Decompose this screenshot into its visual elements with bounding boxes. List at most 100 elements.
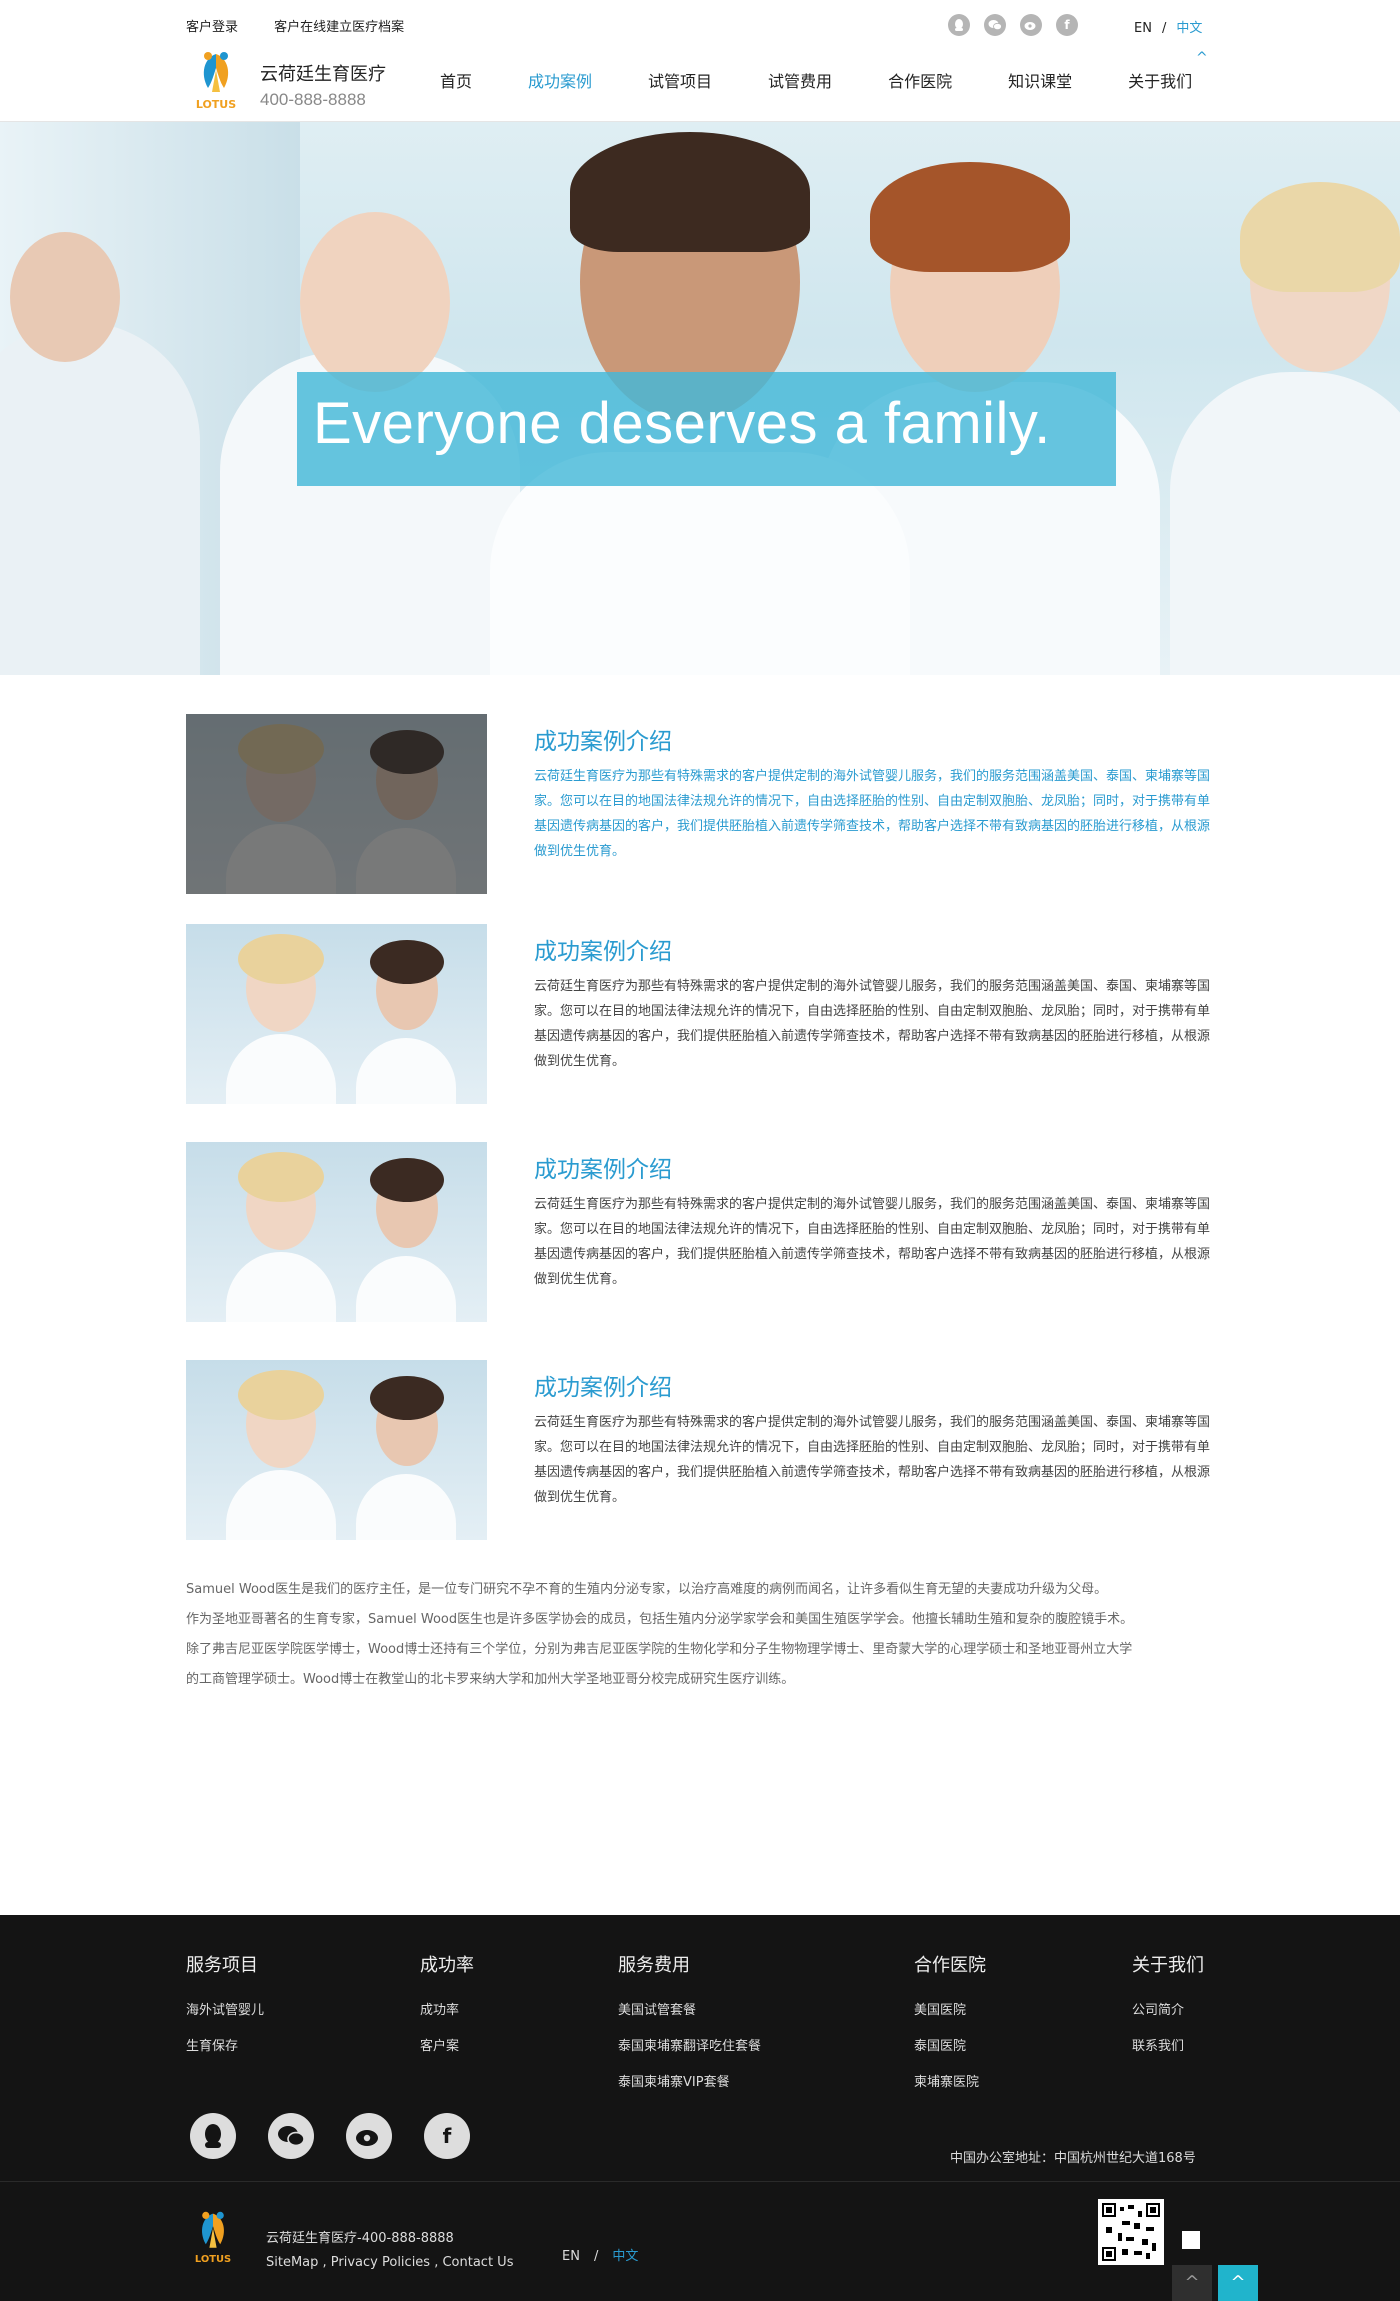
footer-col-hospitals: 合作医院 美国医院 泰国医院 柬埔寨医院 bbox=[914, 1951, 986, 2101]
lang-separator: / bbox=[1161, 21, 1167, 36]
footer-link[interactable]: 柬埔寨医院 bbox=[914, 2065, 986, 2101]
footer-col-about: 关于我们 公司简介 联系我们 bbox=[1132, 1951, 1204, 2065]
footer-brand-line: 云荷廷生育医疗-400-888-8888 bbox=[266, 2231, 454, 2246]
case-description: 云荷廷生育医疗为那些有特殊需求的客户提供定制的海外试管婴儿服务，我们的服务范围涵… bbox=[534, 1415, 1211, 1505]
thumb-doctor-hair bbox=[238, 1370, 324, 1420]
wechat-icon[interactable] bbox=[984, 14, 1006, 36]
login-link[interactable]: 客户登录 bbox=[186, 20, 238, 35]
hero-caption-text: Everyone deserves a family. bbox=[313, 391, 1051, 456]
chevron-up-icon[interactable]: ^ bbox=[1196, 50, 1208, 66]
nav-item-success-cases[interactable]: 成功案例 bbox=[528, 68, 592, 92]
hero-doctor-face bbox=[10, 232, 120, 362]
case-thumbnail[interactable] bbox=[186, 924, 487, 1104]
qr-code bbox=[1098, 2199, 1164, 2265]
case-item[interactable]: 成功案例介绍 云荷廷生育医疗为那些有特殊需求的客户提供定制的海外试管婴儿服务，我… bbox=[186, 714, 1214, 894]
case-description: 云荷廷生育医疗为那些有特殊需求的客户提供定制的海外试管婴儿服务，我们的服务范围涵… bbox=[534, 979, 1211, 1069]
thumb-doctor-coat bbox=[356, 1256, 456, 1322]
top-language-switch: EN / 中文 bbox=[1134, 17, 1202, 36]
case-thumbnail[interactable] bbox=[186, 1360, 487, 1540]
brand-name: 云荷廷生育医疗 bbox=[260, 64, 386, 85]
bio-line: Samuel Wood医生是我们的医疗主任，是一位专门研究不孕不育的生殖内分泌专… bbox=[186, 1582, 1108, 1597]
case-thumbnail[interactable] bbox=[186, 1142, 487, 1322]
footer-lang-en[interactable]: EN bbox=[562, 2249, 580, 2264]
footer-lang-cn[interactable]: 中文 bbox=[612, 2249, 638, 2264]
footer-logo-text: LOTUS bbox=[195, 2254, 231, 2265]
footer-col-fees: 服务费用 美国试管套餐 泰国柬埔寨翻译吃住套餐 泰国柬埔寨VIP套餐 bbox=[618, 1951, 761, 2101]
facebook-icon[interactable]: f bbox=[1056, 14, 1078, 36]
top-bar: 客户登录 客户在线建立医疗档案 f EN / 中文 bbox=[0, 0, 1400, 44]
nav-item-partner-hospitals[interactable]: 合作医院 bbox=[888, 68, 952, 92]
footer-link[interactable]: 泰国柬埔寨VIP套餐 bbox=[618, 2065, 761, 2101]
footer-link[interactable]: 客户案 bbox=[420, 2029, 474, 2065]
facebook-icon[interactable]: f bbox=[424, 2113, 470, 2159]
thumb-doctor-hair bbox=[238, 934, 324, 984]
footer-lang-separator: / bbox=[593, 2249, 599, 2264]
thumb-doctor-coat bbox=[356, 1474, 456, 1540]
qr-toggle-icon[interactable] bbox=[1182, 2231, 1200, 2249]
brand-block: 云荷廷生育医疗 400-888-8888 bbox=[260, 60, 386, 110]
nav-item-about[interactable]: 关于我们 bbox=[1128, 68, 1192, 92]
top-links: 客户登录 客户在线建立医疗档案 bbox=[186, 16, 436, 35]
nav-item-knowledge[interactable]: 知识课堂 bbox=[1008, 68, 1072, 92]
footer-link[interactable]: 美国医院 bbox=[914, 1993, 986, 2029]
hero-banner: Everyone deserves a family. bbox=[0, 122, 1400, 675]
hero-doctor-figure bbox=[0, 322, 200, 675]
weibo-icon[interactable] bbox=[346, 2113, 392, 2159]
thumb-doctor-hair bbox=[370, 940, 444, 984]
lotus-logo[interactable]: LOTUS bbox=[186, 48, 246, 112]
lang-en-link[interactable]: EN bbox=[1134, 21, 1152, 36]
scroll-up-gray-button[interactable]: ^ bbox=[1172, 2265, 1212, 2301]
nav-item-ivf-costs[interactable]: 试管费用 bbox=[768, 68, 832, 92]
case-description: 云荷廷生育医疗为那些有特殊需求的客户提供定制的海外试管婴儿服务，我们的服务范围涵… bbox=[534, 1197, 1211, 1287]
bio-line: 除了弗吉尼亚医学院医学博士，Wood博士还持有三个学位，分别为弗吉尼亚医学院的生… bbox=[186, 1642, 1133, 1657]
footer-heading: 服务费用 bbox=[618, 1955, 690, 1976]
case-title[interactable]: 成功案例介绍 bbox=[534, 1150, 672, 1184]
brand-phone: 400-888-8888 bbox=[260, 90, 366, 109]
footer-links-line[interactable]: SiteMap , Privacy Policies , Contact Us bbox=[266, 2251, 513, 2275]
hero-doctor-face bbox=[300, 212, 450, 392]
hero-doctor-figure bbox=[1170, 372, 1400, 675]
site-footer: 服务项目 海外试管婴儿 生育保存 成功率 成功率 客户案 服务费用 美国试管套餐… bbox=[0, 1915, 1400, 2301]
footer-link[interactable]: 联系我们 bbox=[1132, 2029, 1204, 2065]
footer-link[interactable]: 海外试管婴儿 bbox=[186, 1993, 264, 2029]
lang-cn-link[interactable]: 中文 bbox=[1176, 21, 1202, 36]
back-to-top-button[interactable]: ^ bbox=[1218, 2265, 1258, 2301]
top-social-icons: f bbox=[948, 14, 1078, 36]
footer-brand: 云荷廷生育医疗-400-888-8888 SiteMap , Privacy P… bbox=[266, 2227, 513, 2275]
case-item[interactable]: 成功案例介绍 云荷廷生育医疗为那些有特殊需求的客户提供定制的海外试管婴儿服务，我… bbox=[186, 924, 1214, 1104]
weibo-icon[interactable] bbox=[1020, 14, 1042, 36]
wechat-icon[interactable] bbox=[268, 2113, 314, 2159]
case-title[interactable]: 成功案例介绍 bbox=[534, 1368, 672, 1402]
footer-link[interactable]: 公司简介 bbox=[1132, 1993, 1204, 2029]
footer-heading: 合作医院 bbox=[914, 1955, 986, 1976]
footer-link[interactable]: 生育保存 bbox=[186, 2029, 264, 2065]
thumb-doctor-coat bbox=[226, 1252, 336, 1322]
case-item[interactable]: 成功案例介绍 云荷廷生育医疗为那些有特殊需求的客户提供定制的海外试管婴儿服务，我… bbox=[186, 1360, 1214, 1540]
footer-link[interactable]: 美国试管套餐 bbox=[618, 1993, 761, 2029]
footer-link[interactable]: 泰国医院 bbox=[914, 2029, 986, 2065]
main-nav: 首页 成功案例 试管项目 试管费用 合作医院 知识课堂 关于我们 bbox=[440, 68, 1192, 92]
hero-doctor-hair bbox=[1240, 182, 1400, 292]
footer-lotus-logo[interactable]: LOTUS bbox=[186, 2207, 240, 2267]
qq-icon[interactable] bbox=[948, 14, 970, 36]
logo-text: LOTUS bbox=[196, 98, 236, 111]
qq-icon[interactable] bbox=[190, 2113, 236, 2159]
doctor-bio: Samuel Wood医生是我们的医疗主任，是一位专门研究不孕不育的生殖内分泌专… bbox=[186, 1575, 1214, 1695]
footer-link[interactable]: 成功率 bbox=[420, 1993, 474, 2029]
footer-heading: 关于我们 bbox=[1132, 1955, 1204, 1976]
case-description: 云荷廷生育医疗为那些有特殊需求的客户提供定制的海外试管婴儿服务，我们的服务范围涵… bbox=[534, 769, 1211, 859]
case-item[interactable]: 成功案例介绍 云荷廷生育医疗为那些有特殊需求的客户提供定制的海外试管婴儿服务，我… bbox=[186, 1142, 1214, 1322]
thumb-doctor-coat bbox=[226, 1034, 336, 1104]
case-thumbnail[interactable] bbox=[186, 714, 487, 894]
nav-item-home[interactable]: 首页 bbox=[440, 68, 472, 92]
case-title[interactable]: 成功案例介绍 bbox=[534, 932, 672, 966]
case-title[interactable]: 成功案例介绍 bbox=[534, 722, 672, 756]
hero-doctor-hair bbox=[570, 132, 810, 252]
footer-link[interactable]: 泰国柬埔寨翻译吃住套餐 bbox=[618, 2029, 761, 2065]
nav-item-ivf-programs[interactable]: 试管项目 bbox=[648, 68, 712, 92]
thumb-doctor-hair bbox=[238, 1152, 324, 1202]
thumb-doctor-hair bbox=[370, 1376, 444, 1420]
medical-archive-link[interactable]: 客户在线建立医疗档案 bbox=[274, 20, 404, 35]
hero-caption-box: Everyone deserves a family. bbox=[297, 372, 1116, 486]
footer-col-success-rate: 成功率 成功率 客户案 bbox=[420, 1951, 474, 2065]
